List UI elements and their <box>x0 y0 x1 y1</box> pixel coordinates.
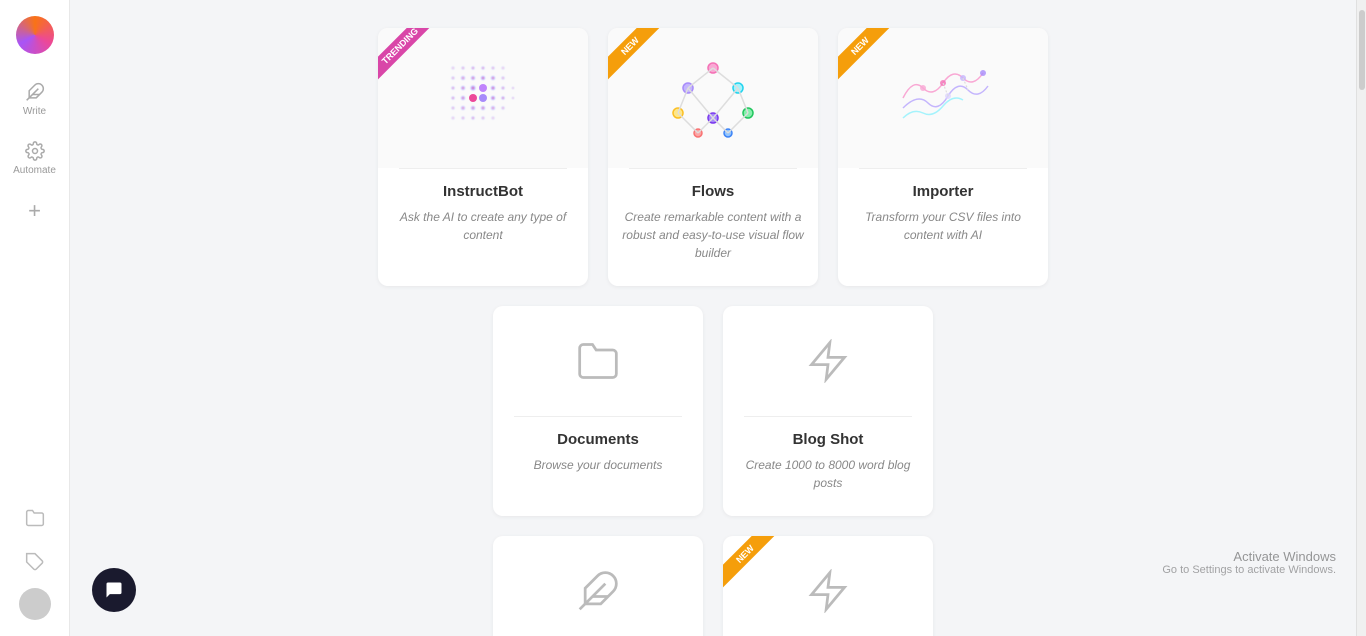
blog-shot-icon-area <box>723 306 933 416</box>
plus-icon: + <box>28 200 41 222</box>
card-divider <box>859 168 1027 169</box>
gear-icon <box>25 141 45 161</box>
card-divider <box>514 416 682 417</box>
write-label: Write <box>23 106 46 117</box>
documents-icon-area <box>493 306 703 416</box>
instructbot-title: InstructBot <box>443 183 523 200</box>
new-badge-bundles: NEW <box>723 536 787 600</box>
sidebar: Write Automate + <box>0 0 70 636</box>
scrollbar[interactable] <box>1356 0 1366 636</box>
sidebar-item-automate[interactable]: Automate <box>0 133 69 184</box>
app-logo[interactable] <box>16 16 54 54</box>
blog-shot-desc: Create 1000 to 8000 word blog posts <box>723 456 933 492</box>
card-documents[interactable]: Documents Browse your documents <box>493 306 703 516</box>
card-instructbot[interactable]: TRENDING <box>378 28 588 286</box>
user-avatar[interactable] <box>19 588 51 620</box>
card-divider <box>744 416 912 417</box>
card-blog-bundles[interactable]: NEW Blog Bundles Create up to 50 blog po… <box>723 536 933 636</box>
importer-desc: Transform your CSV files into content wi… <box>838 208 1048 244</box>
sidebar-item-documents-nav[interactable] <box>17 500 53 536</box>
chat-button[interactable] <box>92 568 136 612</box>
main-content: TRENDING <box>70 0 1356 636</box>
sidebar-bottom <box>17 500 53 620</box>
sidebar-item-add[interactable]: + <box>0 192 69 230</box>
card-flows[interactable]: NEW <box>608 28 818 286</box>
card-ai-writer[interactable]: AI Writer Drag n Drop AI Writer <box>493 536 703 636</box>
documents-desc: Browse your documents <box>520 456 677 474</box>
card-divider <box>399 168 567 169</box>
card-importer[interactable]: NEW <box>838 28 1048 286</box>
flows-title: Flows <box>692 183 735 200</box>
sidebar-item-tags-nav[interactable] <box>17 544 53 580</box>
blog-shot-title: Blog Shot <box>793 431 864 448</box>
new-badge-importer: NEW <box>838 28 902 92</box>
ai-writer-icon-area <box>493 536 703 636</box>
importer-title: Importer <box>913 183 974 200</box>
feather-icon <box>25 82 45 102</box>
instructbot-desc: Ask the AI to create any type of content <box>378 208 588 244</box>
documents-title: Documents <box>557 431 639 448</box>
sidebar-item-write[interactable]: Write <box>0 74 69 125</box>
trending-badge: TRENDING <box>378 28 442 92</box>
card-divider <box>629 168 797 169</box>
new-badge-flows: NEW <box>608 28 672 92</box>
scrollbar-thumb[interactable] <box>1359 10 1365 90</box>
flows-desc: Create remarkable content with a robust … <box>608 208 818 262</box>
automate-label: Automate <box>13 165 56 176</box>
card-blog-shot[interactable]: Blog Shot Create 1000 to 8000 word blog … <box>723 306 933 516</box>
